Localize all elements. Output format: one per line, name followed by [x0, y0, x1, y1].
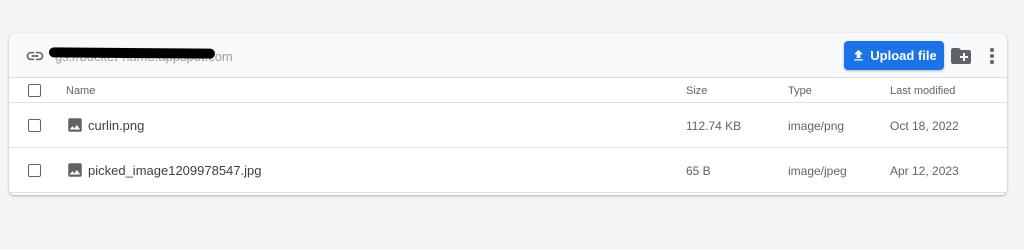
storage-files-panel: gs://bucket-name.appspot.com Upload file… [9, 33, 1007, 195]
redaction-mark [48, 47, 216, 59]
create-folder-icon[interactable] [949, 44, 973, 68]
file-type: image/jpeg [788, 164, 847, 178]
upload-icon [854, 49, 864, 61]
upload-file-button[interactable]: Upload file [844, 41, 944, 70]
image-file-icon [68, 163, 82, 177]
table-header-row: Name Size Type Last modified [9, 78, 1007, 103]
files-toolbar: gs://bucket-name.appspot.com Upload file [9, 33, 1007, 78]
image-file-icon [68, 118, 82, 132]
file-size: 112.74 KB [686, 119, 742, 133]
link-icon[interactable] [25, 46, 45, 66]
upload-file-label: Upload file [870, 48, 937, 63]
file-size: 65 B [686, 164, 711, 178]
row-checkbox[interactable] [28, 119, 41, 132]
table-row[interactable]: curlin.png 112.74 KB image/png Oct 18, 2… [9, 103, 1007, 148]
column-header-type[interactable]: Type [788, 85, 812, 97]
file-type: image/png [788, 119, 845, 133]
column-header-size[interactable]: Size [686, 85, 707, 97]
column-header-name[interactable]: Name [66, 85, 95, 97]
select-all-checkbox[interactable] [28, 84, 41, 97]
file-name[interactable]: curlin.png [88, 118, 144, 133]
row-checkbox[interactable] [28, 164, 41, 177]
file-last-modified: Oct 18, 2022 [890, 119, 959, 133]
more-vert-icon[interactable] [982, 44, 1002, 68]
table-row[interactable]: picked_image1209978547.jpg 65 B image/jp… [9, 148, 1007, 193]
column-header-last-modified[interactable]: Last modified [890, 85, 955, 97]
file-name[interactable]: picked_image1209978547.jpg [88, 163, 261, 178]
file-last-modified: Apr 12, 2023 [890, 164, 959, 178]
